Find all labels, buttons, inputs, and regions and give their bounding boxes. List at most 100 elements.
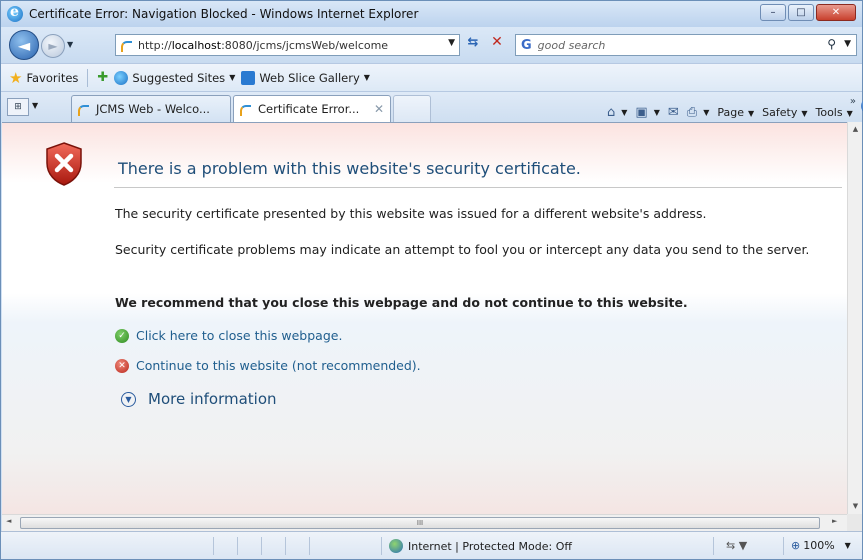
print-icon[interactable]: ⎙	[687, 105, 697, 120]
recent-pages-dropdown-icon[interactable]: ▼	[67, 40, 73, 49]
chevron-down-circle-icon: ▼	[121, 391, 136, 407]
mail-icon[interactable]: ✉	[668, 105, 679, 120]
close-webpage-link[interactable]: ✓ Click here to close this webpage.	[115, 328, 342, 343]
explanation-text: The security certificate presented by th…	[115, 206, 707, 221]
site-favicon-icon	[78, 103, 90, 116]
more-information-label: More information	[148, 390, 277, 408]
address-dropdown-icon[interactable]: ▼	[448, 38, 455, 48]
status-cell	[237, 537, 238, 555]
chevron-down-icon: ▼	[363, 73, 370, 82]
search-options-dropdown-icon[interactable]: ▼	[844, 39, 851, 49]
search-input[interactable]: good search	[538, 39, 606, 52]
status-cell	[713, 537, 714, 555]
chevron-down-icon: ▼	[846, 109, 853, 118]
globe-icon	[389, 539, 403, 553]
site-favicon-icon	[121, 39, 133, 52]
check-shield-icon: ✓	[115, 328, 129, 343]
compatibility-icon[interactable]: ⇆ ▼	[726, 539, 747, 552]
close-webpage-label: Click here to close this webpage.	[136, 328, 343, 343]
safety-menu-label: Safety	[762, 106, 798, 119]
tools-menu[interactable]: Tools ▼	[815, 106, 852, 119]
error-shield-small-icon: ✕	[115, 358, 129, 373]
site-favicon-icon	[240, 103, 252, 116]
ie-logo-icon	[7, 4, 23, 22]
divider	[87, 68, 89, 87]
feeds-icon[interactable]: ▣	[635, 105, 647, 120]
status-cell	[381, 537, 382, 555]
address-url[interactable]: http://localhost:8080/jcms/jcmsWeb/welco…	[138, 39, 388, 52]
close-window-button[interactable]: ✕	[816, 4, 856, 21]
status-bar: Internet | Protected Mode: Off ⇆ ▼ ⊕ 100…	[1, 531, 862, 559]
minimize-button[interactable]: –	[760, 4, 786, 21]
tab-jcms-web[interactable]: JCMS Web - Welco...	[71, 95, 231, 122]
security-zone[interactable]: Internet | Protected Mode: Off	[389, 539, 572, 553]
recommendation-text: We recommend that you close this webpage…	[115, 295, 688, 310]
ie-icon	[114, 70, 129, 85]
continue-website-link[interactable]: ✕ Continue to this website (not recommen…	[115, 358, 421, 373]
address-toolbar: ◄ ► ▼ http://localhost:8080/jcms/jcmsWeb…	[1, 27, 862, 63]
home-icon[interactable]: ⌂	[607, 105, 615, 120]
scrollbar-corner	[847, 514, 862, 531]
warning-text: Security certificate problems may indica…	[115, 242, 810, 257]
chevron-down-icon: ▼	[844, 541, 851, 550]
zoom-control[interactable]: ⊕ 100% ▼	[791, 539, 851, 552]
new-tab-button[interactable]	[393, 95, 431, 122]
page-content: There is a problem with this website's s…	[2, 122, 847, 514]
favorites-star-icon[interactable]: ★	[9, 69, 22, 87]
tab-label: Certificate Error...	[258, 102, 360, 116]
toolbar-overflow-icon[interactable]: »	[850, 96, 856, 107]
refresh-icon[interactable]: ⇆	[462, 35, 484, 55]
forward-button[interactable]: ►	[41, 34, 65, 58]
page-menu[interactable]: Page ▼	[717, 106, 754, 119]
url-path: :8080/jcms/jcmsWeb/welcome	[221, 38, 389, 52]
favorites-button[interactable]: Favorites	[26, 71, 78, 85]
chevron-down-icon[interactable]: ▼	[654, 108, 660, 117]
tab-row: ⊞ ▼ JCMS Web - Welco... Certificate Erro…	[1, 91, 863, 122]
address-bar[interactable]: http://localhost:8080/jcms/jcmsWeb/welco…	[115, 34, 460, 56]
zoom-level: 100%	[803, 539, 835, 552]
browser-window: Certificate Error: Navigation Blocked - …	[0, 0, 863, 560]
scroll-right-icon[interactable]: ►	[832, 517, 837, 525]
maximize-button[interactable]: □	[788, 4, 814, 21]
favorites-item-label: Web Slice Gallery	[259, 70, 360, 85]
horizontal-scrollbar[interactable]: ◄ III ►	[2, 514, 847, 531]
status-cell	[285, 537, 286, 555]
title-bar: Certificate Error: Navigation Blocked - …	[1, 1, 862, 27]
tab-list-dropdown-icon[interactable]: ▼	[32, 101, 38, 110]
favorites-item-label: Suggested Sites	[132, 70, 226, 85]
chevron-down-icon[interactable]: ▼	[703, 108, 709, 117]
continue-website-label: Continue to this website (not recommende…	[136, 358, 421, 373]
tools-menu-label: Tools	[815, 106, 843, 119]
back-button[interactable]: ◄	[9, 30, 39, 60]
chevron-down-icon: ▼	[229, 73, 236, 82]
chevron-down-icon: ▼	[747, 109, 755, 118]
vertical-scrollbar[interactable]: ▲ ▼	[847, 122, 862, 514]
status-cell	[213, 537, 214, 555]
quick-tabs-icon[interactable]: ⊞	[7, 98, 29, 116]
scroll-up-icon[interactable]: ▲	[848, 122, 863, 137]
search-box[interactable]: G good search ⚲ ▼	[515, 34, 857, 56]
stop-icon[interactable]: ✕	[487, 34, 507, 54]
search-icon[interactable]: ⚲	[827, 37, 836, 51]
status-cell	[309, 537, 310, 555]
chevron-down-icon: ▼	[801, 109, 808, 118]
scroll-down-icon[interactable]: ▼	[848, 499, 863, 514]
tab-certificate-error[interactable]: Certificate Error... ✕	[233, 95, 391, 122]
tab-label: JCMS Web - Welco...	[96, 102, 210, 116]
scroll-left-icon[interactable]: ◄	[6, 517, 11, 525]
url-scheme: http://	[138, 38, 172, 52]
favorites-item-suggested-sites[interactable]: Suggested Sites ▼	[114, 70, 236, 85]
more-information-toggle[interactable]: ▼ More information	[121, 390, 277, 408]
add-to-favorites-bar-icon[interactable]: ✚	[97, 70, 108, 85]
zoom-icon: ⊕	[791, 539, 801, 552]
error-shield-icon	[46, 142, 82, 186]
window-title: Certificate Error: Navigation Blocked - …	[29, 7, 419, 21]
search-provider-icon: G	[521, 37, 532, 53]
horizontal-scroll-thumb[interactable]: III	[20, 517, 820, 529]
close-tab-icon[interactable]: ✕	[374, 102, 384, 116]
window-controls: – □ ✕	[760, 4, 856, 21]
url-host: localhost	[171, 38, 222, 52]
favorites-item-web-slice-gallery[interactable]: Web Slice Gallery ▼	[241, 70, 370, 85]
chevron-down-icon[interactable]: ▼	[621, 108, 627, 117]
safety-menu[interactable]: Safety ▼	[762, 106, 807, 119]
